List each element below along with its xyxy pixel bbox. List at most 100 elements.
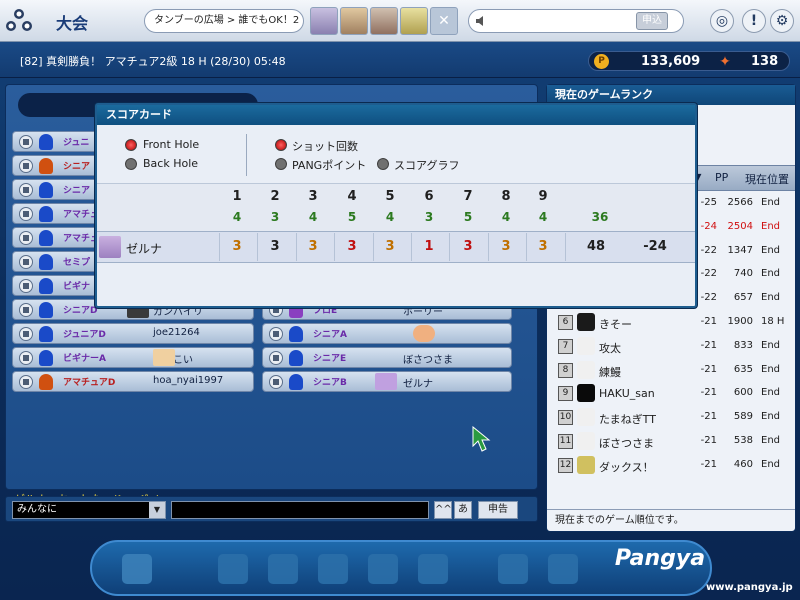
rank-number-box: 11 <box>558 434 573 449</box>
player-figure-icon <box>289 374 303 390</box>
back-hole-radio[interactable] <box>125 158 137 170</box>
lobby-icon[interactable] <box>6 8 48 34</box>
player-figure-icon <box>289 326 303 342</box>
dock-icon-2[interactable] <box>218 554 248 584</box>
player-row[interactable]: シニアB ゼルナ <box>262 371 512 392</box>
chat-channel-select[interactable]: みんなに ▼ <box>12 501 166 519</box>
hole-par: 3 <box>270 210 280 224</box>
rank-row[interactable]: 7 攻太 -21 833 End <box>555 336 791 358</box>
dock-icon-8[interactable] <box>548 554 578 584</box>
player-row[interactable]: ビギナーAどすこい <box>12 347 254 368</box>
player-row[interactable]: アマチュアD hoa_nyai1997 <box>12 371 254 392</box>
player-status-button[interactable] <box>19 279 33 293</box>
shots-label[interactable]: ショット回数 <box>292 138 358 154</box>
hole-par: 5 <box>463 210 473 224</box>
rank-row[interactable]: 8 練鰻 -21 635 End <box>555 360 791 382</box>
kana-button[interactable]: あ <box>454 501 472 519</box>
pang-points-label[interactable]: PANGポイント <box>292 157 366 173</box>
back-hole-label[interactable]: Back Hole <box>143 157 198 170</box>
rank-row[interactable]: 12 ダックス！ -21 460 End <box>555 455 791 477</box>
score-graph-radio[interactable] <box>377 158 389 170</box>
rank-header-position[interactable]: 現在位置 <box>745 171 789 187</box>
character-slot-3[interactable] <box>370 7 398 35</box>
rank-number-box: 9 <box>558 386 573 402</box>
dock-icon-5[interactable] <box>368 554 398 584</box>
bell-icon[interactable] <box>400 7 428 35</box>
player-status-button[interactable] <box>269 351 283 365</box>
player-status-button[interactable] <box>19 135 33 149</box>
emoticon-button[interactable]: ^^ <box>434 501 452 519</box>
score-graph-label[interactable]: スコアグラフ <box>394 157 459 173</box>
hole-number: 8 <box>501 189 511 204</box>
player-row[interactable]: ジュニアD joe21264 <box>12 323 254 344</box>
rank-position: End <box>761 411 781 423</box>
player-status-button[interactable] <box>19 375 33 389</box>
apply-button[interactable]: 申込 <box>636 12 668 30</box>
rank-number-box: 10 <box>558 410 573 426</box>
player-status-button[interactable] <box>269 327 283 341</box>
close-slot-icon[interactable]: ✕ <box>430 7 458 35</box>
player-figure-icon <box>39 254 53 270</box>
dock-icon-3[interactable] <box>268 554 298 584</box>
chat-text-input[interactable] <box>171 501 429 519</box>
dock-icon-4[interactable] <box>318 554 348 584</box>
scorecard-player-name: ゼルナ <box>126 242 163 256</box>
player-name: joe21264 <box>153 327 200 338</box>
player-status-button[interactable] <box>19 327 33 341</box>
player-status-button[interactable] <box>269 375 283 389</box>
music-icon[interactable] <box>122 554 152 584</box>
info-icon[interactable]: ! <box>742 9 766 33</box>
rank-row[interactable]: 11 ぼさつさま -21 538 End <box>555 431 791 453</box>
dock-icon-7[interactable] <box>498 554 528 584</box>
rank-score: -21 <box>700 387 717 399</box>
report-button[interactable]: 申告 <box>478 501 518 519</box>
player-status-button[interactable] <box>19 351 33 365</box>
hole-number: 1 <box>232 189 242 204</box>
rank-pp: 538 <box>733 435 753 446</box>
dock-icon-6[interactable] <box>418 554 448 584</box>
rank-player-name: HAKU_san <box>599 387 655 401</box>
rank-row[interactable]: 9 HAKU_san -21 600 End <box>555 383 791 405</box>
hole-score: 3 <box>463 239 473 254</box>
gear-icon[interactable]: ⚙ <box>770 9 794 33</box>
player-status-button[interactable] <box>19 207 33 221</box>
rank-row[interactable]: 10 たまねぎTT -21 589 End <box>555 407 791 429</box>
player-rank: シニアB <box>313 378 347 388</box>
rank-avatar <box>577 455 595 474</box>
player-status-button[interactable] <box>19 255 33 269</box>
rank-player-name: たまねぎTT <box>599 413 656 427</box>
player-row[interactable]: シニアE ぼさつさま <box>262 347 512 368</box>
player-status-button[interactable] <box>19 303 33 317</box>
player-status-button[interactable] <box>19 159 33 173</box>
character-slot-1[interactable] <box>310 7 338 35</box>
player-status-button[interactable] <box>19 231 33 245</box>
pang-points-radio[interactable] <box>275 158 287 170</box>
room-path-breadcrumb[interactable]: タンブーの広場 > 誰でもOK！2 <box>144 9 304 33</box>
rank-score: -21 <box>700 458 717 470</box>
chevron-down-icon[interactable]: ▼ <box>149 502 165 518</box>
player-avatar <box>413 325 435 342</box>
player-rank: ジュニアD <box>63 330 106 340</box>
rank-player-name: 練鰻 <box>599 365 621 379</box>
player-row[interactable]: シニアA <box>262 323 512 344</box>
rank-pp: 833 <box>733 339 753 351</box>
rank-row[interactable]: 6 きそー -21 1900 18 H <box>555 312 791 334</box>
character-slot-2[interactable] <box>340 7 368 35</box>
rank-header-pp[interactable]: PP <box>715 171 728 184</box>
chat-input-bar: みんなに ▼ ^^ あ 申告 <box>5 496 538 522</box>
game-screen: 大会 タンブーの広場 > 誰でもOK！2 ✕ 申込 ◎ ! ⚙ [82] 真剣勝… <box>0 0 800 600</box>
player-figure-icon <box>39 182 53 198</box>
player-status-button[interactable] <box>19 183 33 197</box>
rank-position: End <box>761 339 781 351</box>
mascot-icon[interactable]: ◎ <box>710 9 734 33</box>
rank-position: End <box>761 220 781 232</box>
rank-pp: 2566 <box>727 197 753 208</box>
hole-number: 4 <box>347 189 357 204</box>
shots-radio[interactable] <box>275 139 287 151</box>
player-name: ゼルナ <box>403 379 433 390</box>
front-hole-label[interactable]: Front Hole <box>143 138 199 151</box>
player-rank: ビギナ <box>63 282 91 292</box>
rank-pp: 1347 <box>727 244 753 256</box>
front-hole-radio[interactable] <box>125 139 137 151</box>
hole-par: 4 <box>232 210 242 224</box>
